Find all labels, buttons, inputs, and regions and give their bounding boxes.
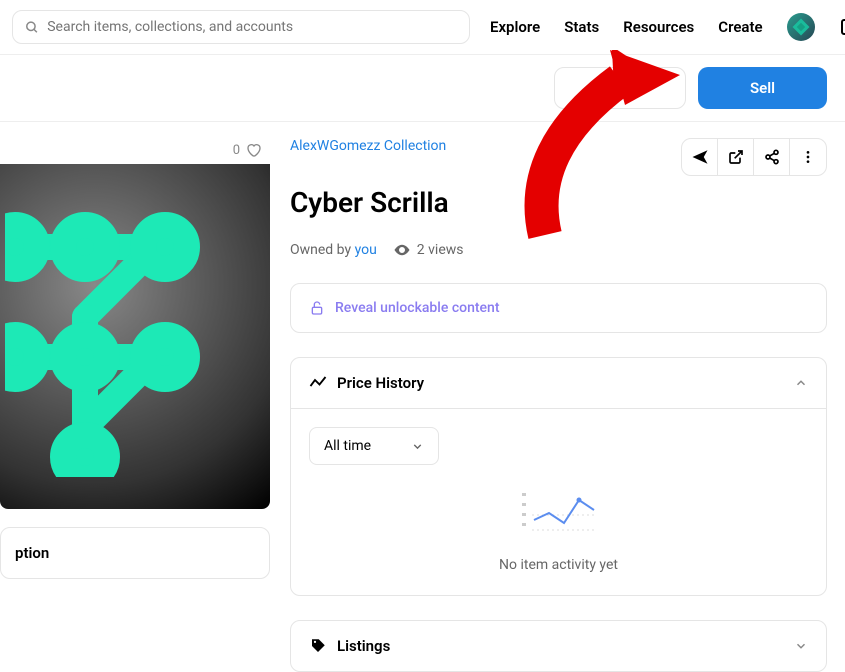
- owned-by: Owned by you: [290, 242, 377, 258]
- chevron-down-icon: [794, 639, 808, 653]
- favorite-count: 0: [233, 143, 240, 158]
- eye-icon: [393, 241, 411, 259]
- item-title: Cyber Scrilla: [290, 186, 827, 219]
- external-link-icon[interactable]: [718, 139, 754, 175]
- profile-avatar[interactable]: [787, 13, 815, 41]
- owner-link[interactable]: you: [355, 242, 377, 258]
- sell-button[interactable]: Sell: [698, 67, 827, 109]
- search-bar[interactable]: [12, 10, 470, 44]
- view-count: 2 views: [417, 242, 464, 258]
- description-section[interactable]: ption: [0, 527, 270, 579]
- share-icon[interactable]: [754, 139, 790, 175]
- wallet-icon[interactable]: [839, 15, 845, 39]
- chevron-up-icon: [794, 376, 808, 390]
- send-icon[interactable]: [682, 139, 718, 175]
- nft-image: [0, 164, 270, 509]
- nav-explore[interactable]: Explore: [490, 18, 540, 36]
- price-history-header[interactable]: Price History: [291, 358, 826, 409]
- listings-header[interactable]: Listings: [291, 621, 826, 671]
- chevron-down-icon: [411, 440, 424, 453]
- time-filter-dropdown[interactable]: All time: [309, 427, 439, 465]
- nav-create[interactable]: Create: [718, 18, 762, 36]
- tag-icon: [309, 637, 327, 655]
- activity-icon: [309, 374, 327, 392]
- edit-button[interactable]: Edit: [554, 67, 686, 109]
- empty-activity-text: No item activity yet: [309, 557, 808, 573]
- more-icon[interactable]: [790, 139, 826, 175]
- search-icon: [25, 20, 39, 35]
- search-input[interactable]: [47, 19, 457, 35]
- heart-icon[interactable]: [246, 142, 262, 158]
- collection-link[interactable]: AlexWGomezz Collection: [290, 138, 446, 154]
- empty-chart-icon: [514, 485, 604, 545]
- unlockable-content[interactable]: Reveal unlockable content: [291, 284, 826, 332]
- lock-icon: [309, 300, 325, 316]
- nav-resources[interactable]: Resources: [623, 18, 694, 36]
- nav-stats[interactable]: Stats: [564, 18, 599, 36]
